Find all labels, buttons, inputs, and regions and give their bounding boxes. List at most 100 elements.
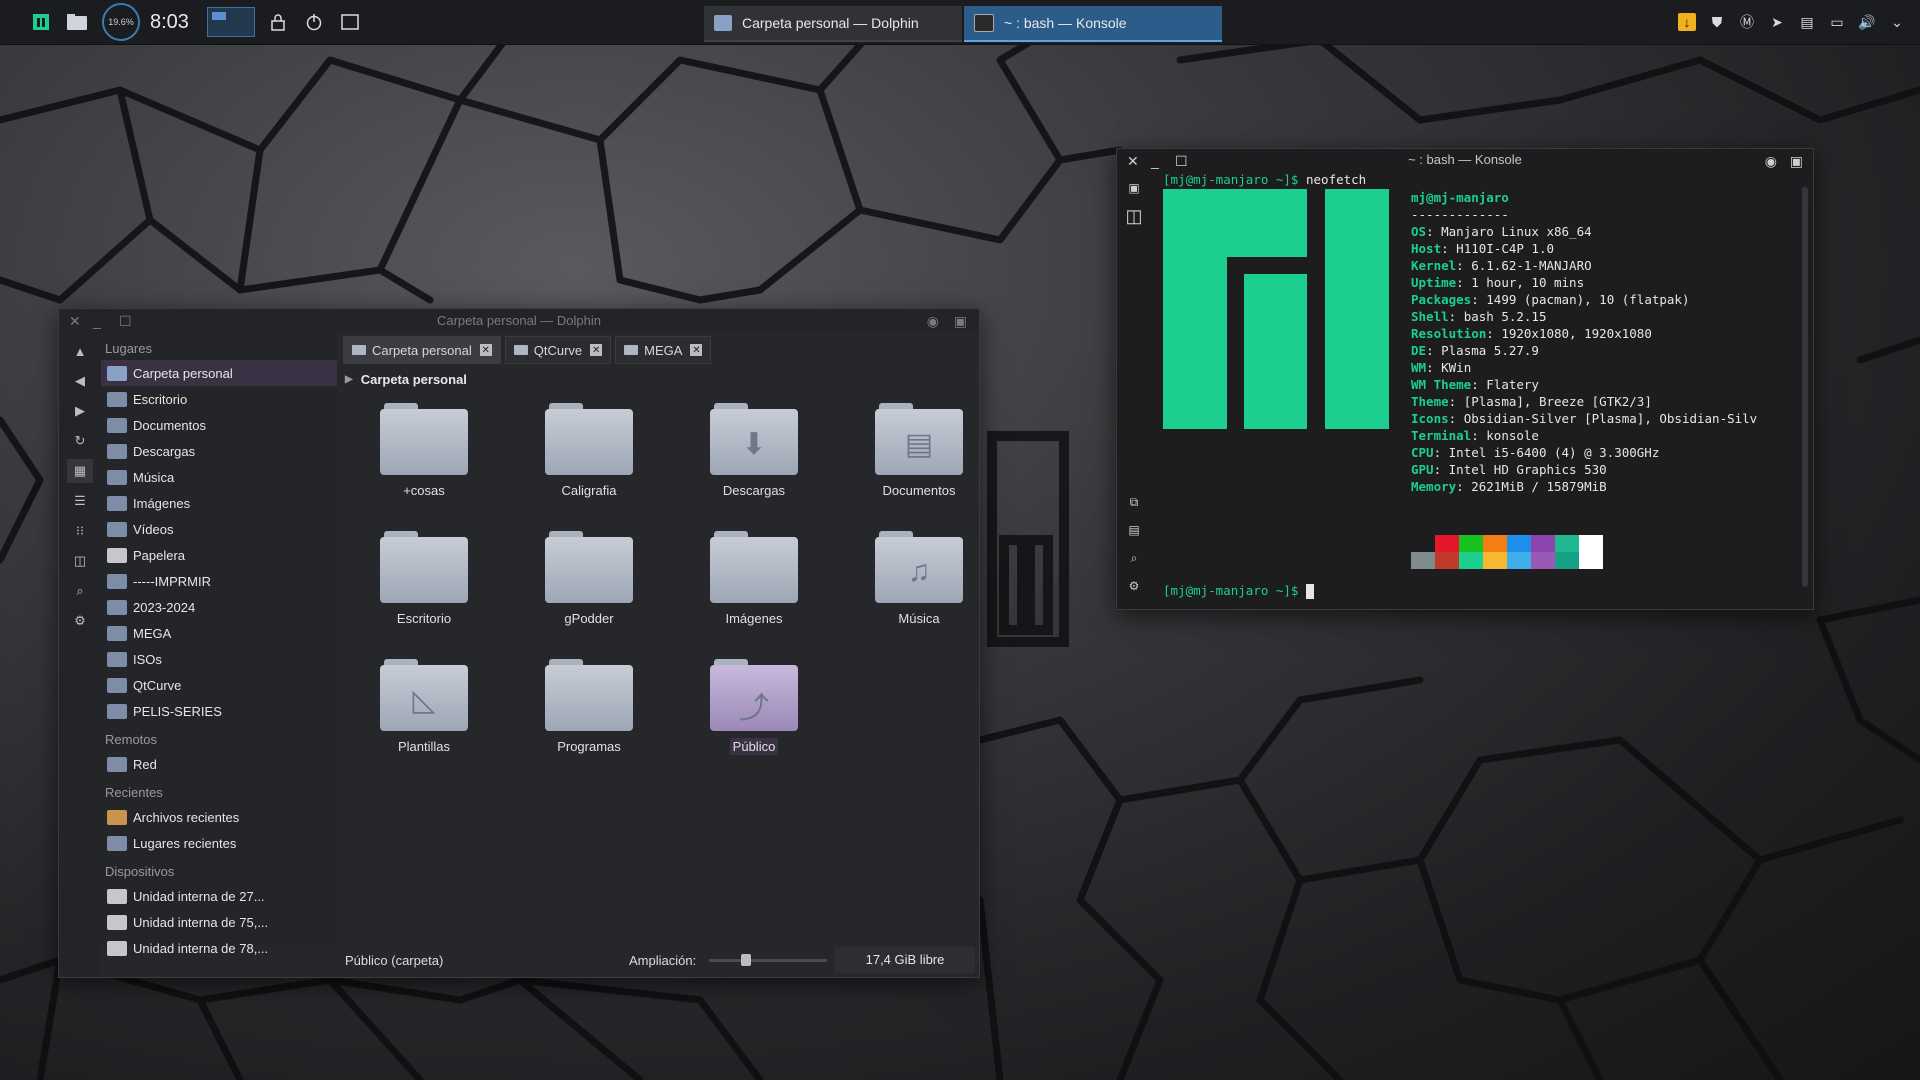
reload-icon[interactable]: ↻ (67, 429, 93, 453)
places-item[interactable]: -----IMPRMIR (101, 568, 337, 594)
telegram-icon[interactable]: ➤ (1768, 13, 1786, 31)
file-item[interactable]: Programas (514, 649, 664, 769)
volume-icon[interactable]: 🔊 (1858, 13, 1876, 31)
compact-view-icon[interactable]: ⁝⁝ (67, 519, 93, 543)
virtual-desktop-pager[interactable] (206, 7, 255, 37)
dolphin-app-icon (714, 15, 732, 31)
file-item[interactable]: ⤴ Público (679, 649, 829, 769)
places-item[interactable]: Papelera (101, 542, 337, 568)
downloads-folder-icon: ⬇ (710, 403, 798, 475)
music-folder-icon (107, 469, 127, 485)
file-item[interactable]: ▤ Documentos (844, 393, 994, 513)
settings-gear-icon[interactable]: ⚙ (1123, 575, 1145, 597)
places-item[interactable]: MEGA (101, 620, 337, 646)
info-value: bash 5.2.15 (1463, 309, 1547, 324)
clock[interactable]: 8:03 (150, 11, 189, 34)
info-line: Host: H110I-C4P 1.0 (1411, 241, 1555, 256)
keep-above-icon[interactable]: ◉ (1765, 153, 1777, 170)
places-item[interactable]: Red (101, 751, 337, 777)
places-item[interactable]: Unidad interna de 78,... (101, 935, 337, 961)
back-icon[interactable]: ◀ (67, 369, 93, 393)
palette-swatch (1435, 552, 1459, 569)
places-item-label: Imágenes (133, 495, 191, 511)
info-value: Intel i5-6400 (4) @ 3.300GHz (1448, 445, 1660, 460)
show-desktop-icon[interactable] (337, 9, 363, 35)
file-item[interactable]: Caligrafia (514, 393, 664, 513)
info-line: Uptime: 1 hour, 10 mins (1411, 275, 1585, 290)
places-item[interactable]: Documentos (101, 412, 337, 438)
clipboard-icon[interactable]: ▤ (1798, 13, 1816, 31)
file-item[interactable]: ◺ Plantillas (349, 649, 499, 769)
places-item[interactable]: Escritorio (101, 386, 337, 412)
scrollbar[interactable] (1799, 173, 1811, 603)
new-tab-icon[interactable]: ▣ (1123, 177, 1145, 199)
power-icon[interactable] (301, 9, 327, 35)
file-item[interactable]: +cosas (349, 393, 499, 513)
places-item[interactable]: Carpeta personal (101, 360, 337, 386)
selection-info: Público (carpeta) (345, 952, 444, 968)
app-menu-icon[interactable]: ▣ (1790, 153, 1803, 170)
places-item-label: Música (133, 469, 175, 485)
dolphin-titlebar[interactable]: ✕ _ ☐ Carpeta personal — Dolphin ◉ ▣ (59, 309, 979, 333)
update-notifier-icon[interactable]: ↓ (1678, 13, 1696, 31)
vpn-shield-icon[interactable]: ⛊ (1708, 13, 1726, 31)
lock-screen-icon[interactable] (265, 9, 291, 35)
file-item[interactable]: Escritorio (349, 521, 499, 641)
places-item[interactable]: Música (101, 464, 337, 490)
details-view-icon[interactable]: ☰ (67, 489, 93, 513)
cpu-monitor-widget[interactable]: 19.6% (102, 3, 140, 41)
file-item[interactable]: ⬇ Descargas (679, 393, 829, 513)
split-view-icon[interactable]: ◫ (1123, 205, 1145, 227)
split-view-icon[interactable]: ◫ (67, 549, 93, 573)
breadcrumb-current[interactable]: Carpeta personal (361, 372, 467, 387)
scrollbar-thumb[interactable] (1802, 187, 1808, 587)
places-item[interactable]: PELIS-SERIES (101, 698, 337, 724)
info-value: Plasma 5.27.9 (1441, 343, 1539, 358)
app-launcher-icon[interactable] (28, 9, 54, 35)
zoom-slider[interactable] (709, 954, 827, 966)
places-item[interactable]: Unidad interna de 75,... (101, 909, 337, 935)
search-icon[interactable]: ⌕ (67, 579, 93, 603)
file-item[interactable]: gPodder (514, 521, 664, 641)
tray-expand-chevron-icon[interactable]: ⌄ (1888, 13, 1906, 31)
places-item[interactable]: Unidad interna de 27... (101, 883, 337, 909)
mega-sync-icon[interactable]: Ⓜ (1738, 13, 1756, 31)
file-item[interactable]: Imágenes (679, 521, 829, 641)
active-command-line[interactable]: [mj@mj-manjaro ~]$ (1163, 582, 1314, 599)
tab[interactable]: Carpeta personal ✕ (343, 336, 501, 364)
search-icon[interactable]: ⌕ (1123, 547, 1145, 569)
terminal-output[interactable]: [mj@mj-manjaro ~]$ neofetch mj@mj-manjar… (1163, 171, 1797, 607)
tab[interactable]: MEGA ✕ (615, 336, 712, 364)
places-item[interactable]: Descargas (101, 438, 337, 464)
places-section-title: Lugares (105, 341, 152, 356)
display-icon[interactable]: ▭ (1828, 13, 1846, 31)
app-menu-icon[interactable]: ▣ (954, 313, 967, 330)
breadcrumb[interactable]: ▶ Carpeta personal (341, 367, 977, 391)
places-item[interactable]: ISOs (101, 646, 337, 672)
tab-close-icon[interactable]: ✕ (690, 344, 703, 356)
file-item[interactable]: ♫ Música (844, 521, 994, 641)
settings-gear-icon[interactable]: ⚙ (67, 609, 93, 633)
taskbar-item-dolphin[interactable]: Carpeta personal — Dolphin (704, 6, 962, 42)
file-manager-icon[interactable] (64, 9, 90, 35)
tab-close-icon[interactable]: ✕ (590, 344, 603, 356)
tab-close-icon[interactable]: ✕ (479, 344, 492, 356)
zoom-slider-handle[interactable] (741, 954, 752, 966)
konsole-titlebar[interactable]: ✕ _ ☐ ~ : bash — Konsole ◉ ▣ (1117, 149, 1813, 171)
icon-view-icon[interactable]: ▦ (67, 459, 93, 483)
places-item[interactable]: Imágenes (101, 490, 337, 516)
paste-icon[interactable]: ▤ (1123, 519, 1145, 541)
user-host: mj@mj-manjaro (1411, 190, 1509, 205)
taskbar-item-konsole[interactable]: ~ : bash — Konsole (964, 6, 1222, 42)
places-item[interactable]: QtCurve (101, 672, 337, 698)
go-up-icon[interactable]: ▲ (67, 339, 93, 363)
copy-icon[interactable]: ⧉ (1123, 491, 1145, 513)
keep-above-icon[interactable]: ◉ (927, 313, 939, 330)
places-item[interactable]: 2023-2024 (101, 594, 337, 620)
places-item[interactable]: Archivos recientes (101, 804, 337, 830)
places-item[interactable]: Vídeos (101, 516, 337, 542)
places-item[interactable]: Lugares recientes (101, 830, 337, 856)
tab[interactable]: QtCurve ✕ (504, 336, 612, 364)
free-space-indicator[interactable]: 17,4 GiB libre (835, 947, 975, 973)
forward-icon[interactable]: ▶ (67, 399, 93, 423)
